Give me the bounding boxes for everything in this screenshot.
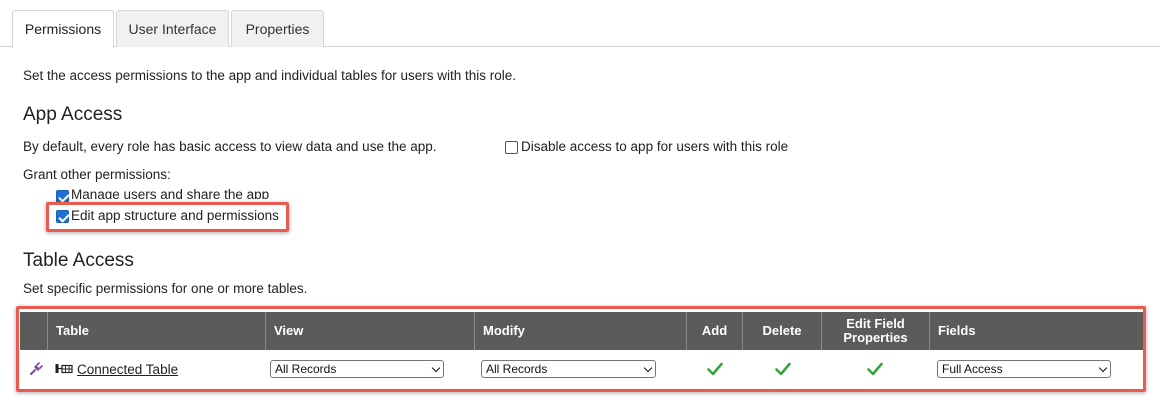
tab-bar: Permissions User Interface Properties: [0, 0, 1160, 48]
disable-access-label[interactable]: Disable access to app for users with thi…: [521, 139, 788, 154]
app-access-heading: App Access: [23, 104, 123, 125]
intro-text: Set the access permissions to the app an…: [23, 68, 517, 83]
manage-users-label[interactable]: Manage users and share the app: [71, 187, 269, 199]
disable-access-checkbox[interactable]: [505, 141, 518, 154]
table-highlight-box: [16, 306, 1146, 392]
tab-properties[interactable]: Properties: [231, 10, 324, 47]
grant-permissions-label: Grant other permissions:: [23, 167, 171, 182]
table-access-heading: Table Access: [23, 250, 134, 271]
tab-permissions[interactable]: Permissions: [12, 10, 114, 48]
app-access-default-text: By default, every role has basic access …: [23, 139, 437, 154]
tab-user-interface[interactable]: User Interface: [116, 10, 229, 47]
table-access-subtext: Set specific permissions for one or more…: [23, 281, 308, 296]
permission-highlight-box: [46, 202, 289, 232]
